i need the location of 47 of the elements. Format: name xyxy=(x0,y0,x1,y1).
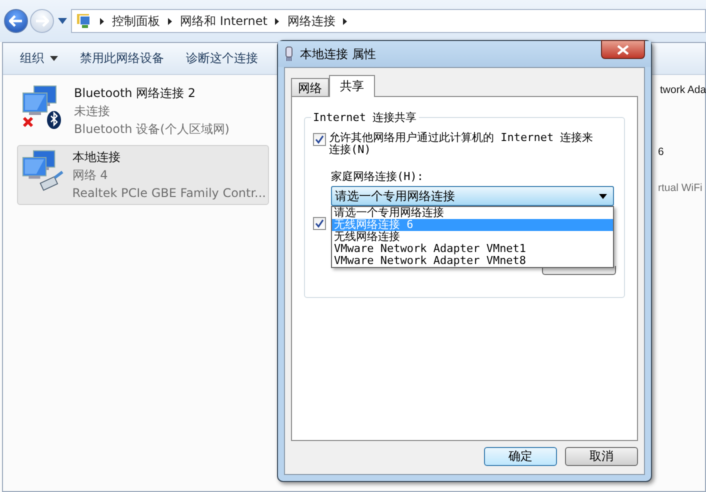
dialog-button[interactable]: 取消 xyxy=(565,447,638,466)
dropdown-option[interactable]: 请选一个专用网络连接 xyxy=(332,207,613,219)
device-name: Realtek PCIe GBE Family Contr... xyxy=(72,185,266,202)
group-title: Internet 连接共享 xyxy=(311,110,419,125)
device-name: Bluetooth 设备(个人区域网) xyxy=(74,121,230,138)
checkbox-label: 允许其他网络用户通过此计算机的 Internet 连接来连接(N) xyxy=(329,132,594,156)
close-button[interactable] xyxy=(601,40,645,59)
connection-name: Bluetooth 网络连接 2 xyxy=(74,85,197,102)
tab[interactable]: 网络 xyxy=(291,78,329,96)
field-label: 家庭网络连接(H): xyxy=(330,169,424,184)
connection-status: 未连接 xyxy=(74,103,111,120)
back-button[interactable] xyxy=(4,9,28,33)
chevron-icon[interactable] xyxy=(343,18,348,24)
network-adapter-icon xyxy=(284,46,294,62)
caret-icon xyxy=(599,194,607,198)
chevron-icon[interactable] xyxy=(168,18,172,24)
forward-arrow-icon xyxy=(35,15,49,27)
connection-text: 6 xyxy=(658,145,665,159)
tab[interactable]: 共享 xyxy=(329,75,375,97)
toolbar-button[interactable]: 诊断这个连接 xyxy=(183,48,261,69)
network-dropdown[interactable]: 请选一个专用网络连接 xyxy=(331,186,614,206)
chevron-icon[interactable] xyxy=(100,18,104,24)
connection-text: rtual WiFi xyxy=(658,181,704,195)
breadcrumb-item[interactable]: 控制面板 xyxy=(112,12,160,30)
connection-status: 网络 4 xyxy=(72,167,109,184)
dropdown-option[interactable]: VMware Network Adapter VMnet1 xyxy=(332,243,613,255)
checkbox[interactable] xyxy=(313,217,326,230)
connection-text: twork Ada xyxy=(660,83,706,97)
toolbar-button[interactable]: 禁用此网络设备 xyxy=(77,48,167,69)
control-panel-icon xyxy=(76,13,92,29)
address-bar[interactable]: 控制面板 网络和 Internet 网络连接 xyxy=(71,9,706,33)
close-icon xyxy=(617,44,629,54)
dialog-title: 本地连接 属性 xyxy=(300,46,376,62)
checkbox[interactable] xyxy=(313,133,326,146)
breadcrumb-item[interactable]: 网络和 Internet xyxy=(180,12,268,30)
connection-item[interactable]: 本地连接 网络 4 Realtek PCIe GBE Family Contr... xyxy=(17,145,269,205)
dropdown-option[interactable]: 无线网络连接 xyxy=(332,231,613,243)
caret-icon xyxy=(50,56,58,61)
chevron-icon[interactable] xyxy=(275,18,280,24)
breadcrumb-item[interactable]: 网络连接 xyxy=(287,12,336,30)
dropdown-option[interactable]: VMware Network Adapter VMnet8 xyxy=(332,255,613,267)
connection-item[interactable]: Bluetooth 网络连接 2 未连接 Bluetooth 设备(个人区域网) xyxy=(17,81,269,141)
dialog-button[interactable]: 确定 xyxy=(484,447,557,466)
connection-name: 本地连接 xyxy=(72,149,122,166)
toolbar-button[interactable]: 组织 xyxy=(17,48,61,69)
dropdown-icon[interactable] xyxy=(58,18,67,24)
back-arrow-icon xyxy=(9,15,23,27)
